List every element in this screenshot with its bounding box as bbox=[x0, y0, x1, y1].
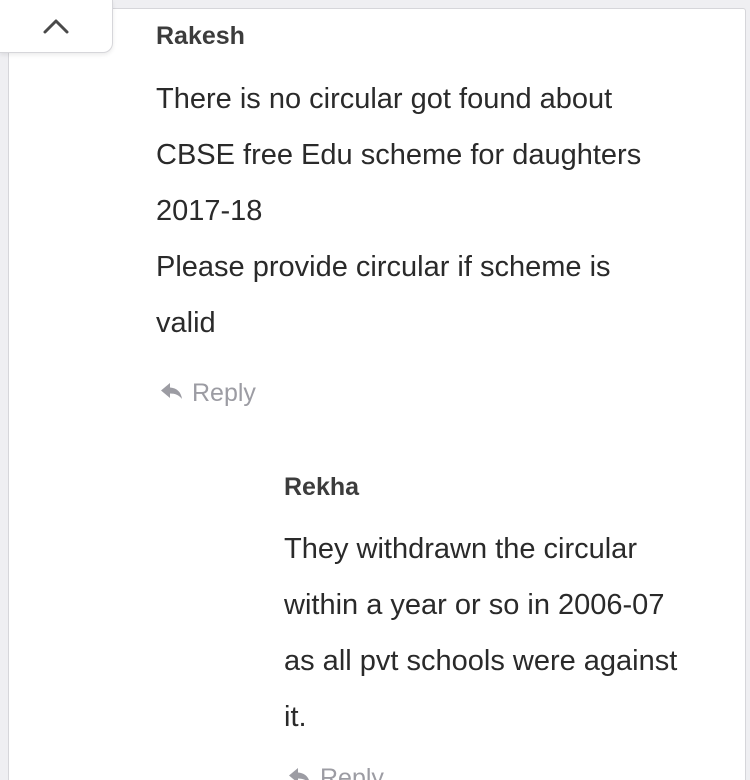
comment-author: Rakesh bbox=[156, 22, 245, 50]
comment-line: CBSE free Edu scheme for daughters bbox=[156, 139, 642, 171]
scroll-to-top-button[interactable] bbox=[0, 0, 113, 53]
comment-line: 2017-18 bbox=[156, 195, 263, 227]
reply-label: Reply bbox=[192, 379, 256, 407]
comment-line: within a year or so in 2006-07 bbox=[284, 589, 665, 621]
comment-line: They withdrawn the circular bbox=[284, 533, 637, 565]
comment-line: There is no circular got found about bbox=[156, 83, 613, 115]
reply-link[interactable]: Reply bbox=[288, 764, 384, 780]
chevron-up-icon bbox=[42, 17, 70, 35]
comment-body: They withdrawn the circular within a yea… bbox=[284, 521, 739, 745]
reply-label: Reply bbox=[320, 764, 384, 780]
comment-line: as all pvt schools were against bbox=[284, 645, 678, 677]
comment-line: it. bbox=[284, 701, 307, 733]
comment-line: valid bbox=[156, 307, 216, 339]
comment-author: Rekha bbox=[284, 473, 360, 501]
comment-line: Please provide circular if scheme is bbox=[156, 251, 611, 283]
reply-link[interactable]: Reply bbox=[160, 379, 256, 408]
reply-arrow-icon bbox=[160, 379, 184, 408]
page: Rakesh There is no circular got found ab… bbox=[0, 0, 750, 780]
reply-arrow-icon bbox=[288, 764, 312, 780]
comment-body: There is no circular got found about CBS… bbox=[156, 71, 736, 351]
